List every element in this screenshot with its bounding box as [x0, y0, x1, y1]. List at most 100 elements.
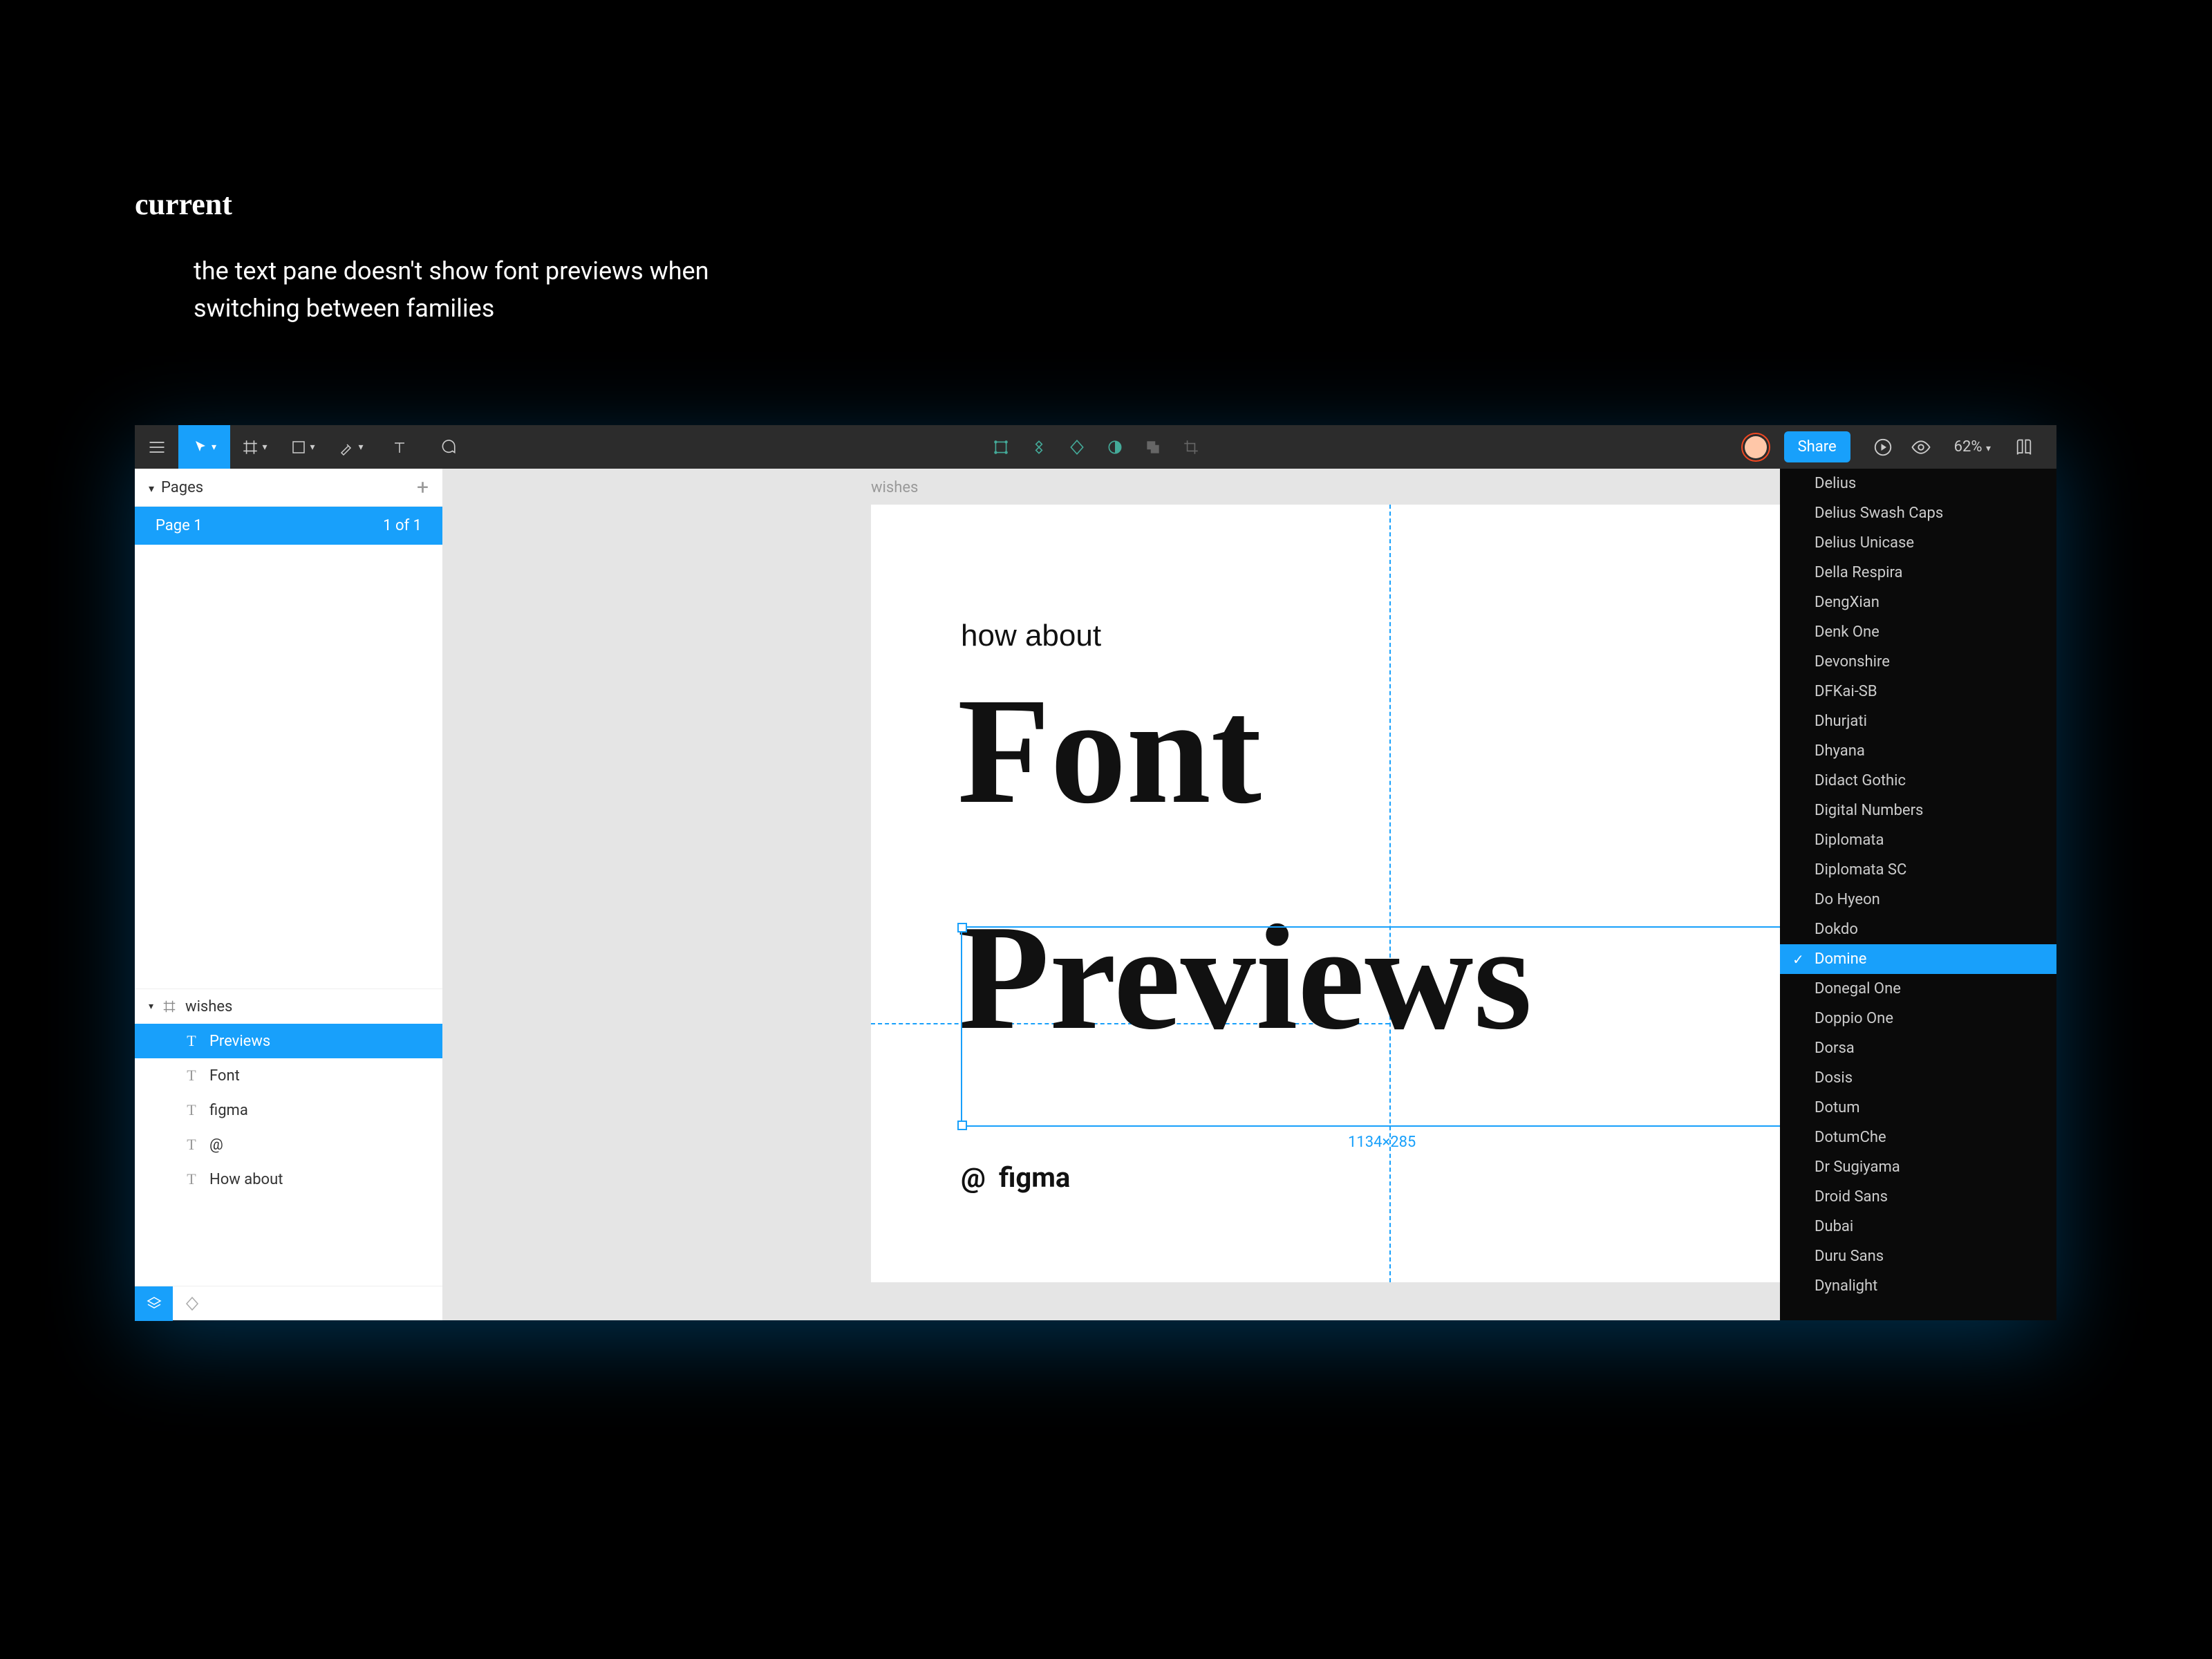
selection-dimensions: 1134×285: [1348, 1134, 1416, 1151]
font-option-label: Dosis: [1815, 1069, 1853, 1087]
edit-object-icon[interactable]: [982, 425, 1020, 469]
user-avatar[interactable]: [1741, 433, 1770, 462]
mask-icon[interactable]: [1096, 425, 1134, 469]
text-layer-icon: T: [183, 1032, 200, 1050]
text-layer-icon: T: [183, 1136, 200, 1154]
selection-handle[interactable]: [957, 1121, 967, 1130]
shape-tool[interactable]: ▾: [279, 425, 327, 469]
frame-label[interactable]: wishes: [871, 479, 918, 496]
add-page-icon[interactable]: +: [417, 476, 429, 500]
font-option-label: Droid Sans: [1815, 1188, 1888, 1206]
font-option[interactable]: Dokdo: [1780, 915, 2056, 944]
frame-icon: [162, 999, 177, 1014]
font-option-label: Digital Numbers: [1815, 802, 1923, 819]
selection-handle[interactable]: [957, 923, 967, 932]
font-option-label: Donegal One: [1815, 980, 1901, 997]
font-option-label: Dubai: [1815, 1218, 1853, 1235]
font-option[interactable]: Diplomata SC: [1780, 855, 2056, 885]
layer-item[interactable]: TFont: [135, 1058, 442, 1093]
boolean-icon[interactable]: [1134, 425, 1172, 469]
font-option[interactable]: Doppio One: [1780, 1004, 2056, 1033]
font-option-label: Devonshire: [1815, 653, 1890, 671]
font-option[interactable]: DotumChe: [1780, 1123, 2056, 1152]
font-option-label: Dynalight: [1815, 1277, 1877, 1295]
font-option[interactable]: Droid Sans: [1780, 1182, 2056, 1212]
font-option[interactable]: Dorsa: [1780, 1033, 2056, 1063]
layer-item[interactable]: THow about: [135, 1162, 442, 1197]
instance-icon[interactable]: [1058, 425, 1096, 469]
font-option[interactable]: Dubai: [1780, 1212, 2056, 1241]
hamburger-menu[interactable]: [135, 425, 178, 469]
pen-tool[interactable]: ▾: [327, 425, 375, 469]
font-option[interactable]: Digital Numbers: [1780, 796, 2056, 825]
font-option[interactable]: Didact Gothic: [1780, 766, 2056, 796]
font-option[interactable]: Do Hyeon: [1780, 885, 2056, 915]
font-option-label: Dorsa: [1815, 1040, 1855, 1057]
font-option-label: Dotum: [1815, 1099, 1860, 1116]
font-option[interactable]: Duru Sans: [1780, 1241, 2056, 1271]
font-option[interactable]: Dhurjati: [1780, 706, 2056, 736]
font-option[interactable]: Devonshire: [1780, 647, 2056, 677]
font-option[interactable]: ✓ Domine: [1780, 944, 2056, 974]
library-icon[interactable]: [2005, 438, 2043, 457]
text-layer-figma[interactable]: figma: [999, 1161, 1070, 1194]
assets-tab[interactable]: [173, 1286, 211, 1321]
canvas[interactable]: wishes how about Font Previews 1134×285 …: [442, 469, 1780, 1320]
component-icon[interactable]: [1020, 425, 1058, 469]
font-option[interactable]: Diplomata: [1780, 825, 2056, 855]
font-option-label: Della Respira: [1815, 564, 1903, 581]
font-option[interactable]: DFKai-SB: [1780, 677, 2056, 706]
text-layer-at[interactable]: @: [961, 1161, 986, 1194]
move-tool[interactable]: ▾: [178, 425, 230, 469]
left-panel-tabs: [135, 1286, 442, 1320]
font-option-label: Domine: [1815, 950, 1866, 968]
font-option-label: DengXian: [1815, 594, 1880, 611]
font-option[interactable]: Delius: [1780, 469, 2056, 498]
layer-item-label: How about: [209, 1171, 283, 1188]
frame-tool[interactable]: ▾: [230, 425, 279, 469]
font-option-label: Didact Gothic: [1815, 772, 1906, 789]
chevron-down-icon: ▾: [1986, 443, 1991, 454]
selection-box: [961, 926, 1780, 1127]
layer-item[interactable]: T@: [135, 1127, 442, 1162]
chevron-down-icon: ▾: [149, 482, 154, 495]
layer-item-label: Font: [209, 1067, 240, 1085]
font-option[interactable]: Della Respira: [1780, 558, 2056, 588]
font-option[interactable]: Dynalight: [1780, 1271, 2056, 1301]
layer-frame-root[interactable]: ▾ wishes: [135, 989, 442, 1024]
font-option-label: Duru Sans: [1815, 1248, 1884, 1265]
zoom-level[interactable]: 62% ▾: [1940, 438, 2005, 456]
share-button[interactable]: Share: [1784, 431, 1850, 462]
text-layer-howabout[interactable]: how about: [961, 619, 1101, 653]
layer-item[interactable]: Tfigma: [135, 1093, 442, 1127]
font-option-label: Doppio One: [1815, 1010, 1893, 1027]
font-option[interactable]: DengXian: [1780, 588, 2056, 617]
font-option[interactable]: Delius Unicase: [1780, 528, 2056, 558]
layer-item[interactable]: T Previews: [135, 1024, 442, 1058]
pages-header[interactable]: ▾Pages +: [135, 469, 442, 507]
app-window: ▾ ▾ ▾ ▾ Share: [135, 425, 2056, 1320]
font-family-dropdown[interactable]: DeliusDelius Swash Caps Delius Unicase Del…: [1780, 469, 2056, 1320]
font-option[interactable]: Dhyana: [1780, 736, 2056, 766]
page-item[interactable]: Page 1 1 of 1: [135, 507, 442, 545]
artboard[interactable]: how about Font Previews 1134×285 @ figma: [871, 505, 1780, 1282]
font-option[interactable]: Dosis: [1780, 1063, 2056, 1093]
text-layer-font[interactable]: Font: [957, 664, 1262, 838]
font-option-label: Delius Unicase: [1815, 534, 1914, 552]
layers-tab[interactable]: [135, 1286, 173, 1321]
view-icon[interactable]: [1902, 437, 1940, 458]
font-option-label: Diplomata: [1815, 832, 1884, 849]
text-tool[interactable]: [375, 425, 424, 469]
crop-icon[interactable]: [1172, 425, 1210, 469]
font-option[interactable]: Delius Swash Caps: [1780, 498, 2056, 528]
layer-item-label: @: [209, 1136, 223, 1154]
font-option[interactable]: Donegal One: [1780, 974, 2056, 1004]
check-icon: ✓: [1792, 951, 1804, 968]
font-option[interactable]: Dr Sugiyama: [1780, 1152, 2056, 1182]
font-option[interactable]: Denk One: [1780, 617, 2056, 647]
font-option[interactable]: Dotum: [1780, 1093, 2056, 1123]
layer-item-label: figma: [209, 1102, 248, 1119]
present-icon[interactable]: [1864, 437, 1902, 458]
comment-tool[interactable]: [424, 425, 472, 469]
layer-item-label: Previews: [209, 1033, 270, 1050]
